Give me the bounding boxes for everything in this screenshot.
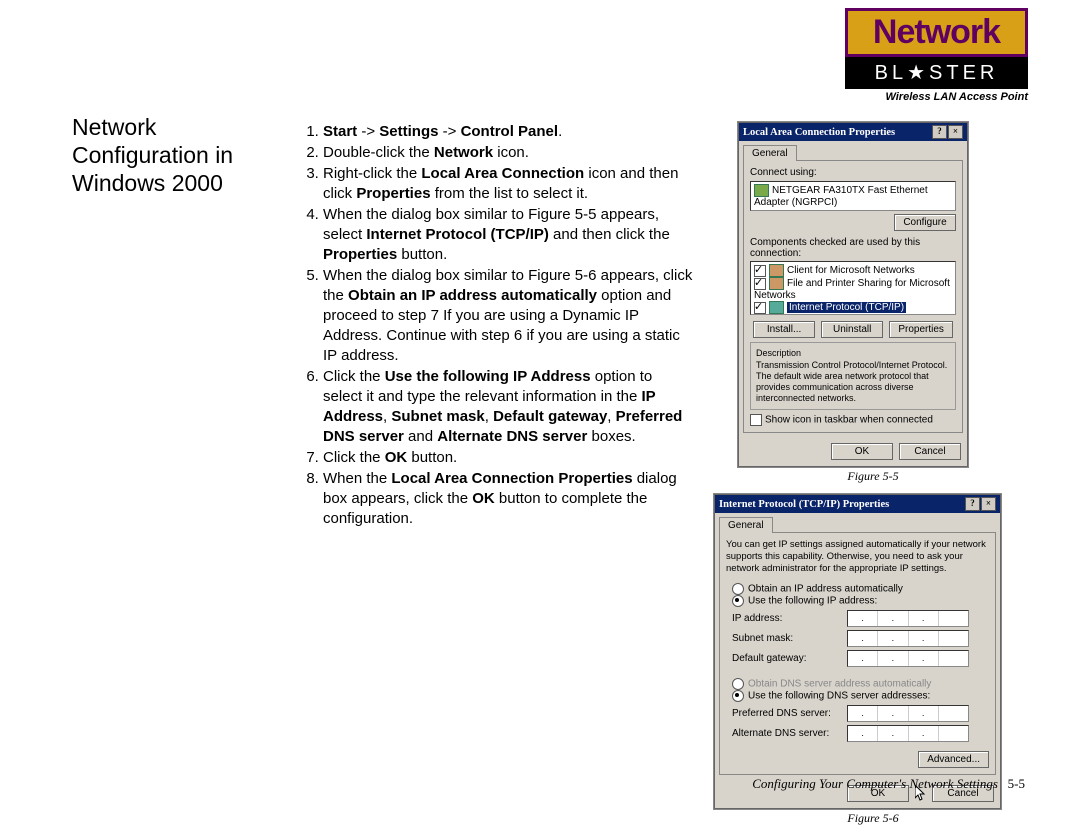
radio-use-ip[interactable]: [732, 595, 744, 607]
checkbox-icon[interactable]: [754, 278, 766, 290]
fileprint-icon: [769, 277, 784, 290]
adapter-box: NETGEAR FA310TX Fast Ethernet Adapter (N…: [750, 181, 956, 211]
default-gateway-input[interactable]: ...: [847, 650, 969, 667]
footer-text: Configuring Your Computer's Network Sett…: [752, 776, 998, 791]
cancel-button[interactable]: Cancel: [899, 443, 961, 460]
dialog-lac-properties: Local Area Connection Properties ?× Gene…: [738, 122, 968, 467]
logo-top: Network: [845, 8, 1028, 57]
figures-column: Local Area Connection Properties ?× Gene…: [714, 122, 1032, 836]
tab-general[interactable]: General: [743, 145, 797, 161]
tcpip-icon: [769, 301, 784, 314]
radio-label: Use the following IP address:: [748, 596, 877, 607]
close-icon[interactable]: ×: [981, 497, 996, 511]
components-list[interactable]: Client for Microsoft Networks File and P…: [750, 261, 956, 315]
brand-logo: Network BL★STER Wireless LAN Access Poin…: [845, 8, 1028, 103]
tab-body: Connect using: NETGEAR FA310TX Fast Ethe…: [743, 160, 963, 433]
dialog-title: Internet Protocol (TCP/IP) Properties: [719, 499, 889, 510]
properties-button[interactable]: Properties: [889, 321, 953, 338]
gateway-label: Default gateway:: [732, 653, 847, 664]
radio-obtain-ip[interactable]: [732, 583, 744, 595]
instructions-column: Start -> Settings -> Control Panel. Doub…: [295, 122, 695, 530]
logo-bottom: BL★STER: [845, 57, 1028, 89]
logo-bottom-text: BL★STER: [875, 62, 999, 84]
steps-list-b: When the dialog box similar to Figure 5-…: [295, 266, 695, 529]
step-item: When the Local Area Connection Propertie…: [323, 469, 695, 529]
ip-label: IP address:: [732, 613, 847, 624]
adapter-icon: [754, 184, 769, 197]
close-icon[interactable]: ×: [948, 125, 963, 139]
radio-use-dns[interactable]: [732, 690, 744, 702]
dialog-titlebar: Local Area Connection Properties ?×: [739, 123, 967, 141]
figure-caption: Figure 5-5: [714, 469, 1032, 484]
uninstall-button[interactable]: Uninstall: [821, 321, 883, 338]
step-item: When the dialog box similar to Figure 5-…: [323, 205, 695, 265]
pref-dns-label: Preferred DNS server:: [732, 708, 847, 719]
subnet-label: Subnet mask:: [732, 633, 847, 644]
intro-text: You can get IP settings assigned automat…: [726, 539, 989, 575]
ip-address-input[interactable]: ...: [847, 610, 969, 627]
adapter-name: NETGEAR FA310TX Fast Ethernet Adapter (N…: [754, 185, 928, 208]
subnet-mask-input[interactable]: ...: [847, 630, 969, 647]
step-item: Click the OK button.: [323, 448, 695, 468]
description-group: Description Transmission Control Protoco…: [750, 342, 956, 410]
advanced-button[interactable]: Advanced...: [918, 751, 989, 768]
showicon-checkbox[interactable]: [750, 414, 762, 426]
description-text: Transmission Control Protocol/Internet P…: [756, 360, 950, 404]
step-item: Right-click the Local Area Connection ic…: [323, 164, 695, 204]
step-item: Click the Use the following IP Address o…: [323, 367, 695, 447]
logo-top-text: Network: [873, 13, 1000, 51]
alt-dns-label: Alternate DNS server:: [732, 728, 847, 739]
client-icon: [769, 264, 784, 277]
install-button[interactable]: Install...: [753, 321, 815, 338]
tab-body: You can get IP settings assigned automat…: [719, 532, 996, 775]
figure-caption: Figure 5-6: [714, 811, 1032, 826]
ok-button[interactable]: OK: [831, 443, 893, 460]
radio-label: Obtain an IP address automatically: [748, 584, 903, 595]
window-buttons: ?×: [931, 125, 963, 139]
tab-general[interactable]: General: [719, 517, 773, 533]
dialog-title: Local Area Connection Properties: [743, 127, 895, 138]
preferred-dns-input[interactable]: ...: [847, 705, 969, 722]
section-heading: Network Configuration in Windows 2000: [72, 113, 272, 197]
radio-label: Use the following DNS server addresses:: [748, 691, 930, 702]
components-label: Components checked are used by this conn…: [750, 237, 956, 259]
step-item: Start -> Settings -> Control Panel.: [323, 122, 695, 142]
help-icon[interactable]: ?: [965, 497, 980, 511]
step-item: When the dialog box similar to Figure 5-…: [323, 266, 695, 366]
component-item-selected: Internet Protocol (TCP/IP): [787, 302, 906, 313]
checkbox-icon[interactable]: [754, 302, 766, 314]
dialog-titlebar: Internet Protocol (TCP/IP) Properties ?×: [715, 495, 1000, 513]
description-label: Description: [756, 348, 950, 358]
page-footer: Configuring Your Computer's Network Sett…: [752, 776, 1025, 792]
showicon-label: Show icon in taskbar when connected: [765, 415, 933, 426]
configure-button[interactable]: Configure: [894, 214, 956, 231]
component-item: Client for Microsoft Networks: [787, 265, 915, 276]
steps-list-a: Start -> Settings -> Control Panel. Doub…: [295, 122, 695, 265]
step-item: Double-click the Network icon.: [323, 143, 695, 163]
dialog-tcpip-properties: Internet Protocol (TCP/IP) Properties ?×…: [714, 494, 1001, 809]
connect-using-label: Connect using:: [750, 167, 956, 178]
window-buttons: ?×: [964, 497, 996, 511]
page: Network BL★STER Wireless LAN Access Poin…: [0, 0, 1080, 840]
alternate-dns-input[interactable]: ...: [847, 725, 969, 742]
radio-label-disabled: Obtain DNS server address automatically: [748, 679, 931, 690]
help-icon[interactable]: ?: [932, 125, 947, 139]
logo-subtitle: Wireless LAN Access Point: [845, 89, 1028, 103]
page-number: 5-5: [1008, 776, 1025, 791]
radio-obtain-dns: [732, 678, 744, 690]
